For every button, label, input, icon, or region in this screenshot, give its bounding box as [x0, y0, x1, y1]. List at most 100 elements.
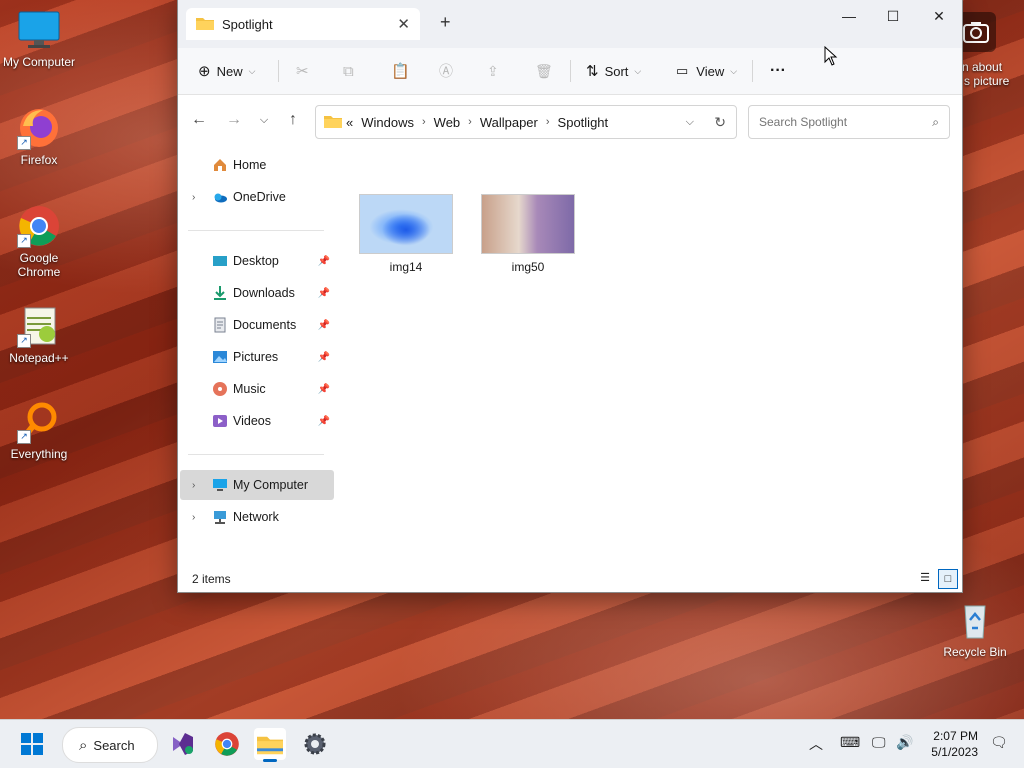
scissors-icon: ✂	[296, 63, 309, 80]
folder-icon	[257, 736, 283, 755]
new-button[interactable]: ⊕ New ⌵	[198, 59, 255, 83]
forward-button[interactable]: →	[223, 111, 245, 129]
rename-button[interactable]: Ⓐ	[439, 59, 453, 83]
desktop-icon-label: My Computer	[2, 55, 76, 69]
search-box[interactable]: ⌕	[748, 105, 950, 139]
sidebar-item-label: Desktop	[233, 254, 279, 268]
view-label: View	[696, 63, 725, 79]
close-tab-icon[interactable]: ✕	[397, 15, 410, 33]
back-button[interactable]: ←	[188, 111, 210, 129]
large-icons-view-icon[interactable]: □	[938, 569, 958, 589]
breadcrumb-wallpaper[interactable]: Wallpaper	[480, 115, 538, 130]
file-item[interactable]: img50	[478, 194, 578, 274]
network-status-icon[interactable]: 🖵	[872, 734, 886, 751]
pin-icon[interactable]: 📌	[318, 384, 330, 395]
download-arrow-icon	[212, 285, 228, 301]
pin-icon[interactable]: 📌	[318, 320, 330, 331]
folder-icon	[196, 16, 214, 33]
sidebar-item-label: Network	[233, 510, 279, 524]
sidebar-item-label: Home	[233, 158, 267, 172]
desktop-icon-recycle-bin[interactable]: Recycle Bin	[937, 598, 1013, 659]
pin-icon[interactable]: 📌	[318, 352, 330, 363]
desktop-icon-everything[interactable]: ↗ Everything	[1, 400, 77, 461]
sidebar-item-desktop[interactable]: Desktop 📌	[188, 246, 334, 276]
file-item[interactable]: img14	[356, 194, 456, 274]
chevron-right-icon[interactable]: ›	[468, 116, 472, 128]
desktop-icon	[212, 253, 228, 269]
rename-icon: Ⓐ	[439, 63, 453, 79]
sidebar-divider	[188, 230, 324, 231]
pin-icon[interactable]: 📌	[318, 256, 330, 267]
view-button[interactable]: ▭ View ⌵	[676, 59, 737, 83]
sidebar-item-home[interactable]: Home	[188, 150, 334, 180]
sidebar-item-onedrive[interactable]: › OneDrive	[188, 182, 334, 212]
refresh-icon[interactable]: ↻	[714, 114, 726, 131]
breadcrumb-spotlight[interactable]: Spotlight	[558, 115, 609, 130]
sidebar-item-documents[interactable]: Documents 📌	[188, 310, 334, 340]
desktop-icon-label: Recycle Bin	[943, 645, 1007, 659]
sidebar-item-downloads[interactable]: Downloads 📌	[188, 278, 334, 308]
pin-icon[interactable]: 📌	[318, 288, 330, 299]
shortcut-arrow-icon: ↗	[17, 234, 31, 248]
breadcrumb-overflow[interactable]: «	[346, 115, 353, 130]
pin-icon[interactable]: 📌	[318, 416, 330, 427]
cut-button[interactable]: ✂	[296, 59, 309, 83]
minimize-button[interactable]: —	[826, 4, 872, 28]
breadcrumb-windows[interactable]: Windows	[361, 115, 414, 130]
clock-time: 2:07 PM	[933, 729, 978, 743]
volume-icon[interactable]: 🔊	[896, 734, 913, 751]
breadcrumb-web[interactable]: Web	[434, 115, 461, 130]
learn-about-picture-text[interactable]: rn about s picture	[958, 60, 1009, 88]
new-tab-button[interactable]: +	[440, 12, 451, 33]
up-button[interactable]: ↑	[282, 111, 304, 129]
keyboard-icon[interactable]: ⌨	[840, 734, 860, 751]
taskbar: ⌕ Search ︿ ⌨ 🖵 🔊 2:07 PM 5/1/2023 🗨	[0, 719, 1024, 768]
search-icon[interactable]: ⌕	[932, 115, 939, 130]
chevron-down-icon[interactable]: ⌵	[686, 116, 694, 129]
notification-icon[interactable]: 🗨	[990, 734, 1008, 751]
chevron-right-icon[interactable]: ›	[192, 512, 195, 523]
more-label: ···	[770, 62, 786, 79]
delete-button[interactable]: 🗑	[535, 59, 553, 83]
paste-button[interactable]: 📋	[391, 59, 410, 83]
desktop-icon-my-computer[interactable]: My Computer	[1, 8, 77, 69]
chevron-right-icon[interactable]: ›	[192, 192, 195, 203]
sidebar-item-videos[interactable]: Videos 📌	[188, 406, 334, 436]
maximize-button[interactable]: ☐	[870, 4, 916, 28]
clock[interactable]: 2:07 PM 5/1/2023	[931, 728, 978, 760]
view-icon: ▭	[676, 63, 689, 78]
sidebar-item-music[interactable]: Music 📌	[188, 374, 334, 404]
desktop-icon-chrome[interactable]: ↗ Google Chrome	[1, 204, 77, 279]
copy-button[interactable]: ⧉	[343, 59, 354, 83]
sidebar-item-my-computer[interactable]: › My Computer	[180, 470, 334, 500]
desktop-icon-notepadpp[interactable]: ↗ Notepad++	[1, 304, 77, 365]
share-icon: ⇪	[487, 62, 499, 79]
taskbar-search[interactable]: ⌕ Search	[62, 727, 158, 763]
address-bar[interactable]: « Windows › Web › Wallpaper › Spotlight …	[315, 105, 737, 139]
chevron-right-icon[interactable]: ›	[546, 116, 550, 128]
start-button[interactable]	[16, 728, 48, 760]
chevron-right-icon[interactable]: ›	[192, 480, 195, 491]
share-button[interactable]: ⇪	[487, 59, 499, 83]
details-view-icon[interactable]: ☰	[916, 569, 934, 587]
close-window-button[interactable]: ✕	[916, 4, 962, 28]
show-hidden-icons-chevron-icon[interactable]: ︿	[809, 734, 823, 754]
sidebar-item-pictures[interactable]: Pictures 📌	[188, 342, 334, 372]
desktop-icon-firefox[interactable]: ↗ Firefox	[1, 106, 77, 167]
taskbar-file-explorer[interactable]	[254, 728, 286, 762]
taskbar-settings[interactable]	[299, 728, 331, 760]
search-input[interactable]	[757, 114, 921, 130]
camera-icon[interactable]	[956, 12, 996, 52]
sort-button[interactable]: ⇅ Sort ⌵	[586, 59, 641, 83]
chevron-down-icon: ⌵	[248, 65, 256, 76]
plus-circle-icon: ⊕	[198, 63, 211, 80]
recent-locations-button[interactable]: ⌵	[253, 114, 275, 127]
tab-spotlight[interactable]: Spotlight ✕	[186, 8, 420, 40]
sidebar-item-network[interactable]: › Network	[188, 502, 334, 532]
notepadpp-icon: ↗	[17, 304, 61, 348]
taskbar-chrome[interactable]	[211, 728, 243, 760]
firefox-icon: ↗	[17, 106, 61, 150]
taskbar-visual-studio[interactable]	[166, 728, 198, 760]
chevron-right-icon[interactable]: ›	[422, 116, 426, 128]
more-options-button[interactable]: ···	[770, 59, 786, 83]
